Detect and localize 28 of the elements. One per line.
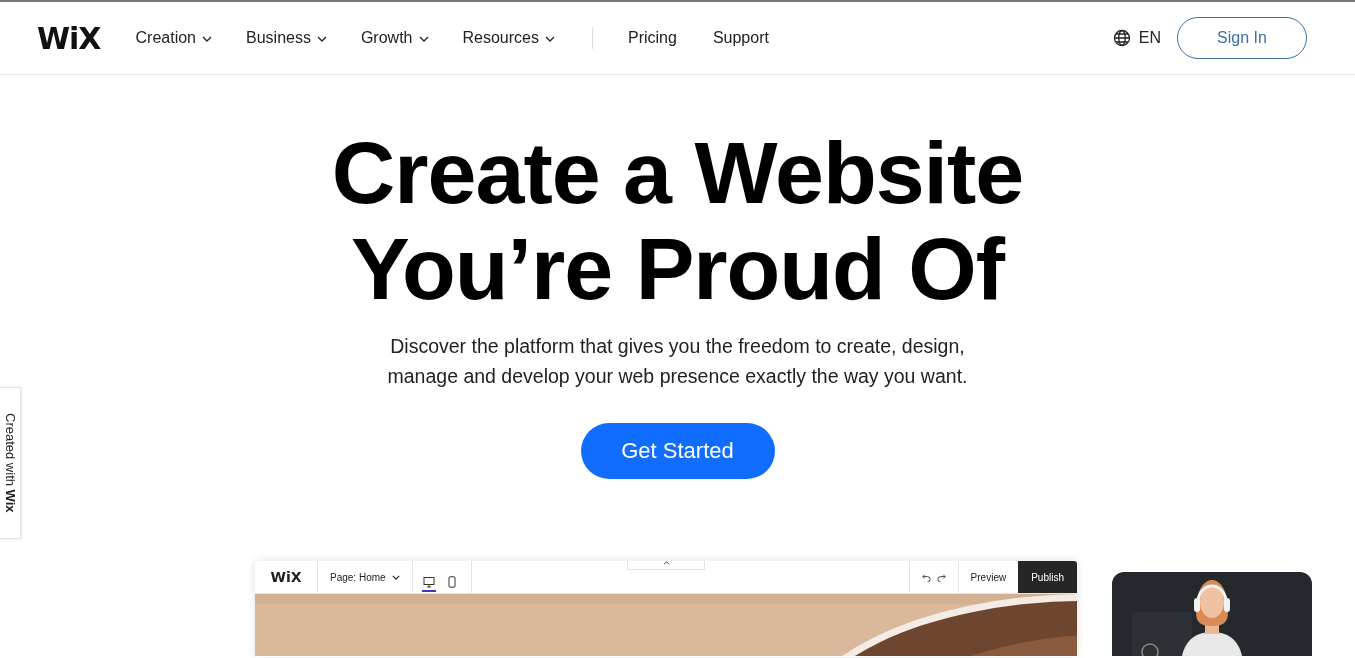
hero-subtitle: manage and develop your web presence exactly the way you want. bbox=[387, 364, 968, 389]
publish-label: Publish bbox=[1018, 561, 1077, 593]
nav-link[interactable]: Pricing bbox=[628, 29, 677, 47]
nav-menu[interactable]: Growth bbox=[360, 29, 429, 47]
chevron-down-icon bbox=[202, 36, 212, 42]
nav-link[interactable]: Support bbox=[712, 29, 769, 47]
chevron-down-icon bbox=[391, 574, 400, 580]
preview-label: Preview bbox=[969, 570, 1008, 585]
chevron-down-icon bbox=[545, 36, 555, 42]
chevron-down-icon bbox=[316, 36, 327, 42]
globe-icon bbox=[1112, 29, 1131, 47]
redo-icon bbox=[936, 572, 946, 582]
page-selector: Page: Home bbox=[318, 561, 413, 593]
get-started-button[interactable]: Get Started bbox=[580, 423, 775, 479]
nav-menu[interactable]: Creation bbox=[135, 29, 212, 47]
hero-title: Create a Website bbox=[331, 125, 1024, 221]
hero-title: You’re Proud Of bbox=[350, 221, 1005, 317]
language-selector[interactable]: EN bbox=[1112, 29, 1161, 47]
undo-icon bbox=[921, 572, 931, 582]
side-badge[interactable]: Created with Wix bbox=[0, 387, 21, 539]
nav-menu[interactable]: Resources bbox=[462, 29, 555, 47]
caret-up-icon bbox=[662, 561, 670, 565]
logo: WiX bbox=[255, 561, 318, 593]
logo[interactable]: WiX bbox=[37, 20, 101, 56]
hero-subtitle: Discover the platform that gives you the freedom to create, design, bbox=[390, 334, 965, 359]
nav-menu[interactable]: Business bbox=[246, 29, 327, 47]
chevron-down-icon bbox=[418, 36, 429, 42]
sign-in-button[interactable]: Sign In bbox=[1177, 17, 1307, 59]
